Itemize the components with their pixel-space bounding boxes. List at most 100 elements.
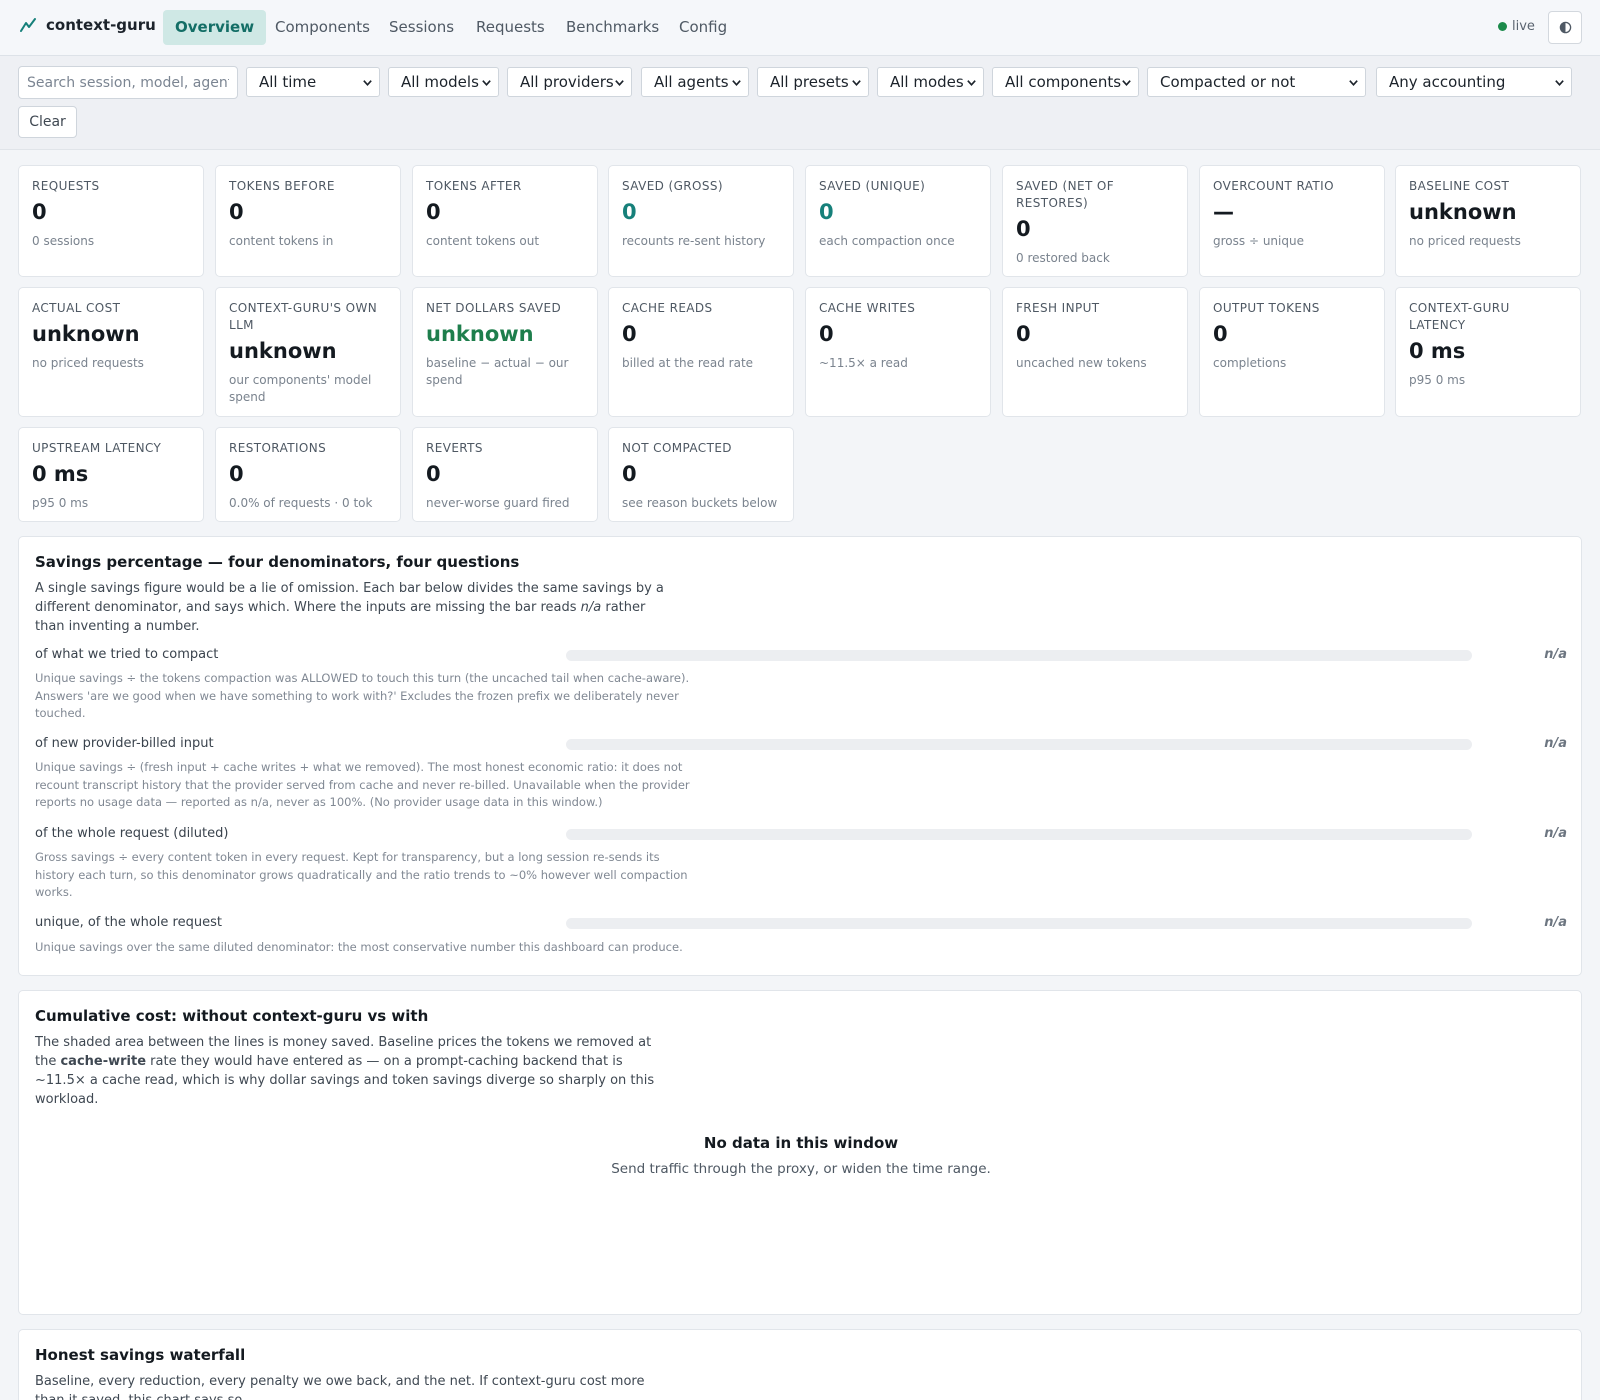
stat-label: CONTEXT-GURU'S OWN LLM (229, 301, 378, 332)
stat-label: CONTEXT-GURU LATENCY (1409, 301, 1510, 332)
stat-value: 0 ms (1409, 339, 1466, 363)
bar-note: Unique savings over the same diluted den… (35, 940, 683, 954)
stat-card-fresh-input: FRESH INPUT 0 uncached new tokens (1002, 287, 1188, 417)
stat-value: 0 ms (32, 462, 89, 486)
stat-value: 0 (819, 200, 834, 224)
stat-value: 0 (819, 322, 834, 346)
theme-toggle-button[interactable] (1548, 11, 1582, 44)
chevron-down-icon (1349, 80, 1358, 87)
stat-sub: uncached new tokens (1016, 356, 1147, 370)
tab-benchmarks[interactable]: Benchmarks (554, 10, 671, 45)
mode-select[interactable]: All modes (877, 67, 984, 97)
bar-label: unique, of the whole request (35, 915, 222, 930)
stat-value: unknown (229, 339, 337, 363)
tab-sessions[interactable]: Sessions (377, 10, 466, 45)
stat-label: FRESH INPUT (1016, 301, 1100, 315)
accounting-select[interactable]: Any accounting (1376, 67, 1572, 97)
component-select[interactable]: All components (992, 67, 1139, 97)
stat-sub: 0 restored back (1016, 251, 1110, 265)
stat-sub: gross ÷ unique (1213, 234, 1304, 248)
stat-value: 0 (229, 462, 244, 486)
stat-label: REVERTS (426, 441, 483, 455)
stat-sub: content tokens in (229, 234, 334, 248)
stat-sub: completions (1213, 356, 1287, 370)
stat-sub: ~11.5× a read (819, 356, 908, 370)
bar-value: n/a (1544, 736, 1567, 751)
time-range-select[interactable]: All time (246, 67, 380, 97)
chevron-down-icon (852, 80, 861, 87)
model-select[interactable]: All models (388, 67, 499, 97)
chevron-down-icon (967, 80, 976, 87)
bar-value: n/a (1544, 915, 1567, 930)
stat-value: 0 (1213, 322, 1228, 346)
provider-select[interactable]: All providers (507, 67, 632, 97)
stat-label: REQUESTS (32, 179, 100, 193)
empty-state-title: No data in this window (703, 1134, 899, 1152)
panel-description: The shaded area between the lines is mon… (35, 1035, 655, 1107)
stat-value: 0 (622, 200, 637, 224)
stat-value: 0 (229, 200, 244, 224)
stat-sub: p95 0 ms (32, 496, 89, 510)
bar-value: n/a (1544, 826, 1567, 841)
stat-label: SAVED (GROSS) (622, 179, 724, 193)
preset-select[interactable]: All presets (757, 67, 869, 97)
stat-label: CACHE READS (622, 301, 713, 315)
stat-sub: p95 0 ms (1409, 373, 1466, 387)
clear-filters-button[interactable]: Clear (18, 106, 77, 138)
stat-card-output-tokens: OUTPUT TOKENS 0 completions (1199, 287, 1385, 417)
bar-track (566, 650, 1472, 661)
search-input[interactable] (18, 66, 238, 99)
live-dot-icon (1498, 22, 1507, 31)
stat-card-not-compacted: NOT COMPACTED 0 see reason buckets below (608, 427, 794, 522)
stat-sub: baseline − actual − our spend (426, 356, 569, 387)
brand[interactable]: context-guru (20, 16, 156, 34)
bar-label: of the whole request (diluted) (35, 826, 229, 841)
agent-select[interactable]: All agents (641, 67, 749, 97)
tab-config[interactable]: Config (667, 10, 739, 45)
chevron-down-icon (1555, 80, 1564, 87)
chevron-down-icon (615, 80, 624, 87)
bar-value: n/a (1544, 647, 1567, 662)
stat-value: 0 (1016, 217, 1031, 241)
compaction-select[interactable]: Compacted or not (1147, 67, 1366, 97)
live-indicator: live (1498, 19, 1535, 34)
filter-bar: All time All models All providers All ag… (0, 56, 1600, 150)
stat-sub: billed at the read rate (622, 356, 754, 370)
tab-requests[interactable]: Requests (464, 10, 557, 45)
stat-value: 0 (426, 200, 441, 224)
stat-sub: see reason buckets below (622, 496, 778, 510)
chevron-down-icon (363, 80, 372, 87)
app-name: context-guru (46, 16, 156, 34)
live-label: live (1512, 19, 1535, 34)
stat-sub: no priced requests (1409, 234, 1521, 248)
stat-label: BASELINE COST (1409, 179, 1510, 193)
panel-title: Savings percentage — four denominators, … (35, 553, 520, 571)
stat-label: OVERCOUNT RATIO (1213, 179, 1334, 193)
panel-title: Honest savings waterfall (35, 1346, 246, 1364)
stat-card-tokens-after: TOKENS AFTER 0 content tokens out (412, 165, 598, 277)
stat-card-restorations: RESTORATIONS 0 0.0% of requests · 0 tok (215, 427, 401, 522)
stat-label: OUTPUT TOKENS (1213, 301, 1320, 315)
stat-label: ACTUAL COST (32, 301, 121, 315)
savings-waterfall-panel: Honest savings waterfall Baseline, every… (18, 1329, 1582, 1400)
tab-components[interactable]: Components (263, 10, 382, 45)
stat-card-cache-reads: CACHE READS 0 billed at the read rate (608, 287, 794, 417)
stat-card-guru-latency: CONTEXT-GURU LATENCY 0 ms p95 0 ms (1395, 287, 1581, 417)
stat-card-tokens-before: TOKENS BEFORE 0 content tokens in (215, 165, 401, 277)
stat-card-own-llm: CONTEXT-GURU'S OWN LLM unknown our compo… (215, 287, 401, 417)
stat-value: unknown (32, 322, 140, 346)
stat-value: unknown (1409, 200, 1517, 224)
bar-note: Unique savings ÷ the tokens compaction w… (35, 671, 690, 720)
stat-card-requests: REQUESTS 0 0 sessions (18, 165, 204, 277)
empty-state-subtitle: Send traffic through the proxy, or widen… (611, 1161, 991, 1177)
chevron-down-icon (732, 80, 741, 87)
stat-label: UPSTREAM LATENCY (32, 441, 162, 455)
stat-sub: our components' model spend (229, 373, 372, 404)
tab-overview[interactable]: Overview (163, 10, 267, 45)
stat-label: NOT COMPACTED (622, 441, 732, 455)
stat-card-saved-net: SAVED (NET OF RESTORES) 0 0 restored bac… (1002, 165, 1188, 277)
panel-title: Cumulative cost: without context-guru vs… (35, 1007, 429, 1025)
chevron-down-icon (1122, 80, 1131, 87)
stat-card-actual-cost: ACTUAL COST unknown no priced requests (18, 287, 204, 417)
top-nav: context-guru Overview Components Session… (0, 0, 1600, 56)
